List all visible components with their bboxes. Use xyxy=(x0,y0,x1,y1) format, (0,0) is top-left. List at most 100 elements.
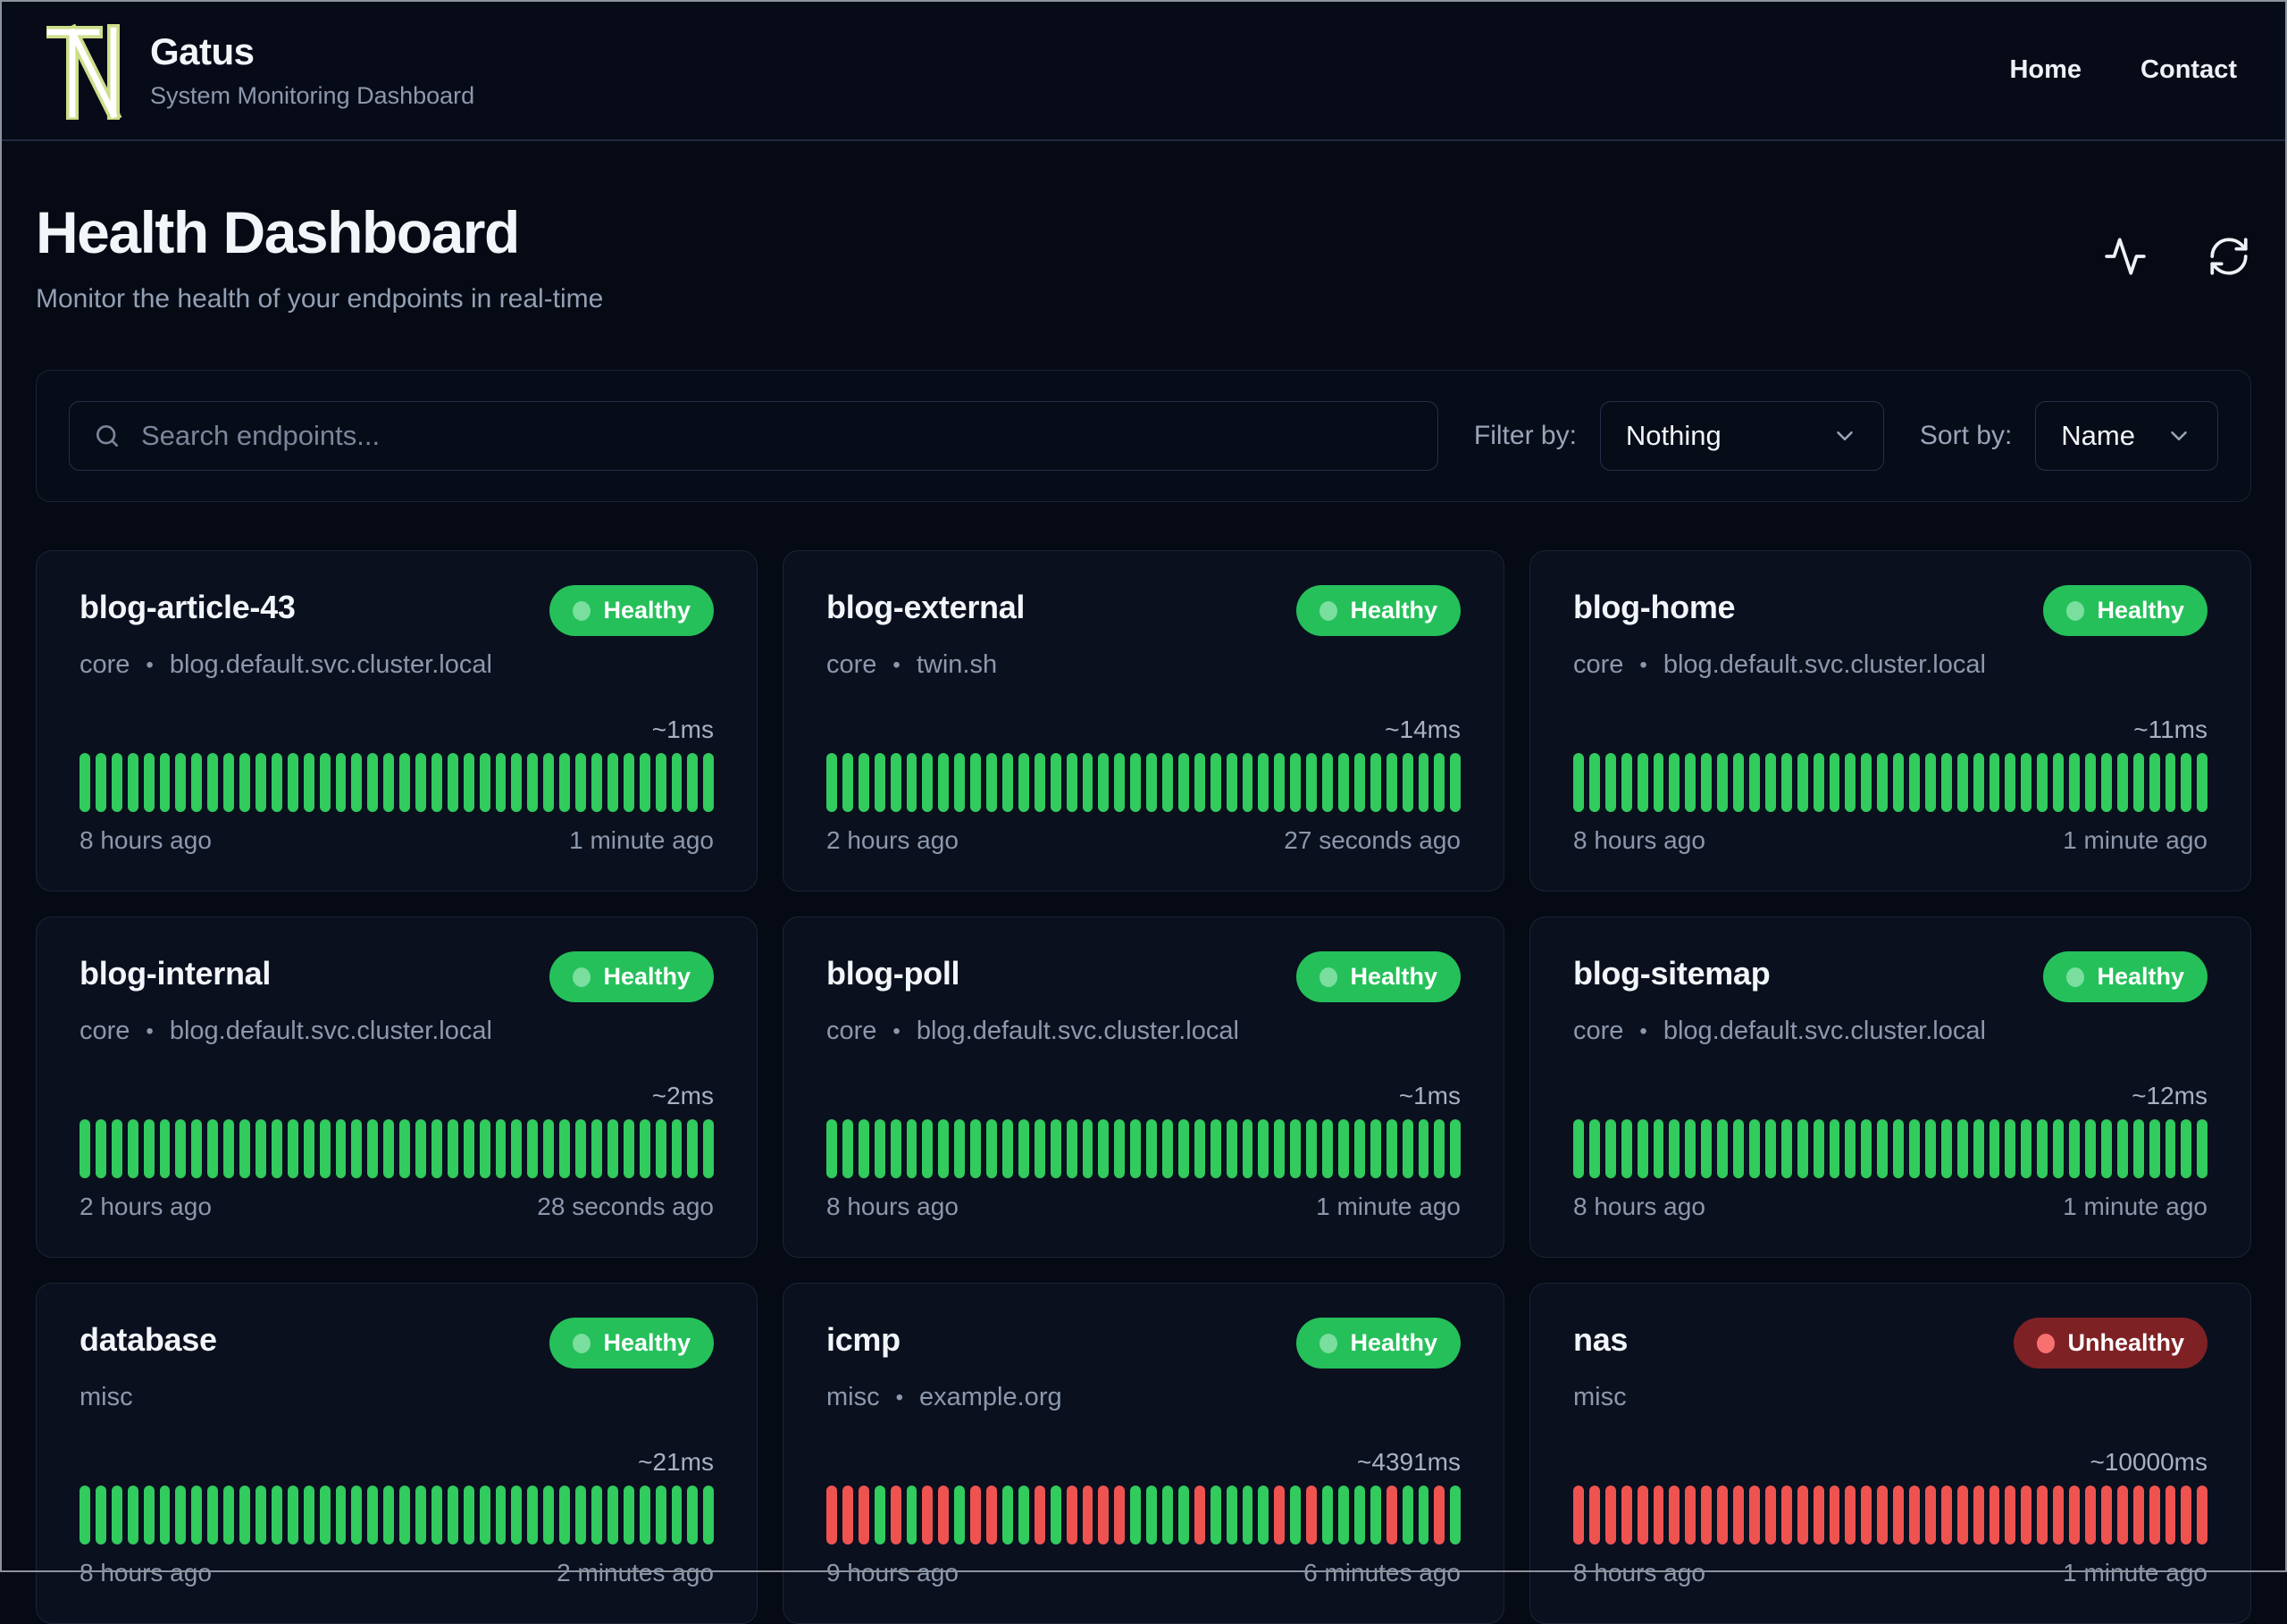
status-bar[interactable] xyxy=(351,1486,363,1544)
status-bar[interactable] xyxy=(1588,753,1600,812)
status-bar[interactable] xyxy=(1194,1119,1205,1178)
status-bar[interactable] xyxy=(2181,753,2192,812)
status-bar[interactable] xyxy=(970,1119,982,1178)
status-bar[interactable] xyxy=(143,1119,155,1178)
status-bar[interactable] xyxy=(607,1119,618,1178)
status-bar[interactable] xyxy=(1573,753,1584,812)
status-bar[interactable] xyxy=(511,1119,523,1178)
status-bar[interactable] xyxy=(2165,1119,2176,1178)
status-bar[interactable] xyxy=(367,753,379,812)
status-bar[interactable] xyxy=(2053,753,2065,812)
status-bar[interactable] xyxy=(607,1486,618,1544)
status-bar[interactable] xyxy=(1162,1486,1173,1544)
status-bar[interactable] xyxy=(511,753,523,812)
status-bar[interactable] xyxy=(271,1486,282,1544)
filter-select[interactable]: Nothing xyxy=(1599,401,1884,471)
status-bar[interactable] xyxy=(1669,753,1680,812)
status-bar[interactable] xyxy=(1418,753,1429,812)
status-bar[interactable] xyxy=(255,1486,266,1544)
status-bar[interactable] xyxy=(1797,1486,1808,1544)
status-bar[interactable] xyxy=(1194,753,1205,812)
status-bar[interactable] xyxy=(399,1486,411,1544)
status-bar[interactable] xyxy=(954,1486,966,1544)
status-bar[interactable] xyxy=(1098,1119,1110,1178)
status-bar[interactable] xyxy=(591,1119,602,1178)
status-bar[interactable] xyxy=(335,1119,347,1178)
status-bar[interactable] xyxy=(1877,1486,1889,1544)
status-bar[interactable] xyxy=(1290,1486,1302,1544)
status-bar[interactable] xyxy=(431,1486,442,1544)
status-bar[interactable] xyxy=(1434,1486,1445,1544)
status-bar[interactable] xyxy=(463,753,474,812)
status-bar[interactable] xyxy=(1845,753,1856,812)
status-bar[interactable] xyxy=(383,753,395,812)
status-bar[interactable] xyxy=(447,1486,458,1544)
status-bar[interactable] xyxy=(80,753,90,812)
status-bar[interactable] xyxy=(826,753,837,812)
status-bar[interactable] xyxy=(447,1119,458,1178)
status-bar[interactable] xyxy=(938,1486,950,1544)
status-bar[interactable] xyxy=(1306,753,1318,812)
status-bar[interactable] xyxy=(159,753,171,812)
status-bar[interactable] xyxy=(874,1119,885,1178)
status-bar[interactable] xyxy=(479,1486,490,1544)
status-bar[interactable] xyxy=(543,1486,555,1544)
status-bar[interactable] xyxy=(858,1486,869,1544)
status-bar[interactable] xyxy=(2197,1119,2208,1178)
status-bar[interactable] xyxy=(2021,1486,2032,1544)
endpoint-card[interactable]: icmp Healthy misc • example.org ~4391ms … xyxy=(783,1283,1504,1624)
status-bar[interactable] xyxy=(906,1119,917,1178)
status-bar[interactable] xyxy=(431,1119,442,1178)
status-bar[interactable] xyxy=(1924,753,1936,812)
status-bar[interactable] xyxy=(2181,1119,2192,1178)
status-bar[interactable] xyxy=(207,1486,219,1544)
status-bar[interactable] xyxy=(1386,1486,1397,1544)
status-bar[interactable] xyxy=(938,1119,950,1178)
status-bar[interactable] xyxy=(1733,1486,1744,1544)
status-bar[interactable] xyxy=(1242,753,1253,812)
status-bar[interactable] xyxy=(986,1119,997,1178)
status-bar[interactable] xyxy=(255,753,266,812)
status-bar[interactable] xyxy=(1018,1486,1029,1544)
status-bar[interactable] xyxy=(495,753,507,812)
status-bar[interactable] xyxy=(1604,753,1616,812)
status-bar[interactable] xyxy=(1434,1119,1445,1178)
status-bar[interactable] xyxy=(127,1119,138,1178)
status-bar[interactable] xyxy=(1685,1486,1696,1544)
status-bar[interactable] xyxy=(527,1119,539,1178)
status-bar[interactable] xyxy=(1210,753,1221,812)
status-bar[interactable] xyxy=(1162,753,1173,812)
status-bar[interactable] xyxy=(1177,1119,1189,1178)
status-bar[interactable] xyxy=(2069,1119,2080,1178)
status-bar[interactable] xyxy=(175,1119,187,1178)
status-bar[interactable] xyxy=(922,753,934,812)
status-bar[interactable] xyxy=(207,753,219,812)
endpoint-card[interactable]: blog-sitemap Healthy core • blog.default… xyxy=(1529,917,2251,1258)
status-bar[interactable] xyxy=(1748,1119,1760,1178)
status-bar[interactable] xyxy=(2053,1486,2065,1544)
sort-select[interactable]: Name xyxy=(2035,401,2218,471)
status-bar[interactable] xyxy=(655,1486,666,1544)
status-bar[interactable] xyxy=(1813,1119,1824,1178)
status-bar[interactable] xyxy=(1034,753,1045,812)
status-bar[interactable] xyxy=(687,1119,699,1178)
status-bar[interactable] xyxy=(954,1119,966,1178)
status-bar[interactable] xyxy=(287,1486,298,1544)
status-bar[interactable] xyxy=(826,1119,837,1178)
status-bar[interactable] xyxy=(1353,753,1365,812)
status-bar[interactable] xyxy=(1764,1486,1776,1544)
status-bar[interactable] xyxy=(1226,753,1237,812)
status-bar[interactable] xyxy=(1669,1119,1680,1178)
status-bar[interactable] xyxy=(1050,1119,1061,1178)
status-bar[interactable] xyxy=(1098,1486,1110,1544)
status-bar[interactable] xyxy=(2069,1486,2080,1544)
status-bar[interactable] xyxy=(2197,753,2208,812)
status-bar[interactable] xyxy=(1306,1486,1318,1544)
status-bar[interactable] xyxy=(575,753,586,812)
status-bar[interactable] xyxy=(1258,1486,1269,1544)
status-bar[interactable] xyxy=(1210,1119,1221,1178)
status-bar[interactable] xyxy=(367,1486,379,1544)
status-bar[interactable] xyxy=(1717,1486,1729,1544)
status-bar[interactable] xyxy=(970,753,982,812)
status-bar[interactable] xyxy=(1258,753,1269,812)
